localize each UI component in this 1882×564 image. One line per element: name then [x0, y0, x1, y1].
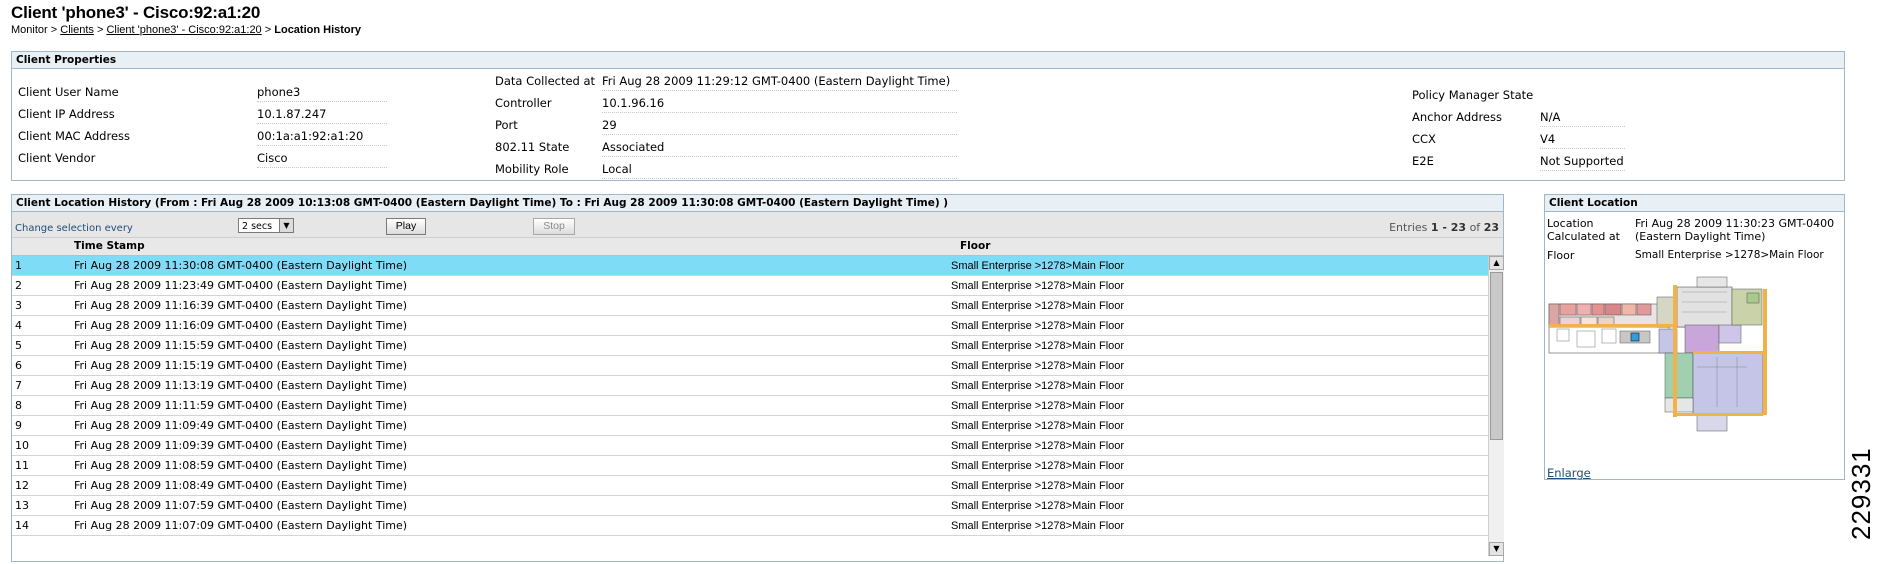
table-row[interactable]: 8 Fri Aug 28 2009 11:11:59 GMT-0400 (East…	[12, 396, 1488, 416]
prop-value: Cisco	[257, 151, 387, 168]
page-title: Client 'phone3' - Cisco:92:a1:20	[11, 3, 261, 22]
table-row[interactable]: 9 Fri Aug 28 2009 11:09:49 GMT-0400 (East…	[12, 416, 1488, 436]
prop-value: 29	[602, 118, 957, 135]
prop-label: Data Collected at	[495, 74, 596, 88]
table-row[interactable]: 13 Fri Aug 28 2009 11:07:59 GMT-0400 (Eas…	[12, 496, 1488, 516]
change-selection-label: Change selection every	[15, 223, 133, 234]
entries-count: Entries 1 - 23 of 23	[1389, 221, 1499, 234]
prop-label: E2E	[1412, 154, 1434, 168]
chevron-down-icon[interactable]: ▼	[279, 219, 293, 232]
client-location-header: Client Location	[1545, 195, 1844, 212]
prop-value: phone3	[257, 85, 387, 102]
breadcrumb-monitor: Monitor	[11, 24, 48, 36]
figure-number: 229331	[1846, 447, 1876, 540]
client-properties-header: Client Properties	[12, 52, 1844, 69]
client-properties-panel: Client Properties Client User Name phone…	[11, 51, 1845, 181]
history-table-body: 1 Fri Aug 28 2009 11:30:08 GMT-0400 (East…	[12, 256, 1488, 556]
table-row[interactable]: 7 Fri Aug 28 2009 11:13:19 GMT-0400 (East…	[12, 376, 1488, 396]
table-row[interactable]: 10 Fri Aug 28 2009 11:09:39 GMT-0400 (Eas…	[12, 436, 1488, 456]
col-timestamp-header[interactable]: Time Stamp	[74, 240, 145, 252]
table-row[interactable]: 14 Fri Aug 28 2009 11:07:09 GMT-0400 (Eas…	[12, 516, 1488, 536]
breadcrumb: Monitor > Clients > Client 'phone3' - Ci…	[11, 24, 362, 36]
history-controls: Change selection every 2 secs ▼ Play Sto…	[12, 212, 1503, 238]
prop-value: V4	[1540, 132, 1625, 149]
col-floor-header[interactable]: Floor	[960, 240, 990, 252]
prop-label: Controller	[495, 96, 552, 110]
play-button[interactable]: Play	[386, 218, 426, 235]
table-row[interactable]: 4 Fri Aug 28 2009 11:16:09 GMT-0400 (East…	[12, 316, 1488, 336]
location-calc-value: Fri Aug 28 2009 11:30:23 GMT-0400 (Easte…	[1635, 217, 1835, 243]
prop-label: Anchor Address	[1412, 110, 1502, 124]
prop-label: CCX	[1412, 132, 1436, 146]
prop-label: Client Vendor	[18, 151, 96, 165]
breadcrumb-client-link[interactable]: Client 'phone3' - Cisco:92:a1:20	[106, 24, 261, 36]
scroll-up-icon[interactable]: ▲	[1489, 256, 1504, 270]
table-row[interactable]: 12 Fri Aug 28 2009 11:08:49 GMT-0400 (Eas…	[12, 476, 1488, 496]
prop-label: 802.11 State	[495, 140, 570, 154]
location-floor-label: Floor	[1547, 249, 1575, 262]
table-row[interactable]: 1 Fri Aug 28 2009 11:30:08 GMT-0400 (East…	[12, 256, 1488, 276]
stop-button[interactable]: Stop	[533, 218, 575, 235]
table-row[interactable]: 2 Fri Aug 28 2009 11:23:49 GMT-0400 (East…	[12, 276, 1488, 296]
table-row[interactable]: 3 Fri Aug 28 2009 11:16:39 GMT-0400 (East…	[12, 296, 1488, 316]
table-row[interactable]: 6 Fri Aug 28 2009 11:15:19 GMT-0400 (East…	[12, 356, 1488, 376]
breadcrumb-current: Location History	[274, 24, 362, 36]
location-calc-label: Location Calculated at	[1547, 217, 1620, 243]
scroll-thumb[interactable]	[1490, 272, 1503, 440]
prop-value: Associated	[602, 140, 957, 157]
enlarge-link[interactable]: Enlarge	[1547, 466, 1591, 480]
prop-value: Fri Aug 28 2009 11:29:12 GMT-0400 (Easte…	[602, 74, 957, 91]
history-scrollbar[interactable]: ▲ ▼	[1488, 256, 1504, 556]
prop-value: N/A	[1540, 110, 1625, 127]
table-row[interactable]: 5 Fri Aug 28 2009 11:15:59 GMT-0400 (East…	[12, 336, 1488, 356]
interval-select[interactable]: 2 secs ▼	[238, 218, 294, 233]
prop-value: 10.1.87.247	[257, 107, 387, 124]
floor-map-thumbnail[interactable]	[1547, 267, 1805, 435]
location-history-header: Client Location History (From : Fri Aug …	[12, 195, 1503, 212]
prop-label: Client User Name	[18, 85, 119, 99]
table-row[interactable]: 11 Fri Aug 28 2009 11:08:59 GMT-0400 (Eas…	[12, 456, 1488, 476]
prop-label: Policy Manager State	[1412, 88, 1534, 102]
prop-label: Mobility Role	[495, 162, 569, 176]
prop-value: 10.1.96.16	[602, 96, 957, 113]
prop-value: 00:1a:a1:92:a1:20	[257, 129, 387, 146]
location-history-panel: Client Location History (From : Fri Aug …	[11, 194, 1504, 562]
interval-value: 2 secs	[242, 221, 273, 232]
prop-label: Port	[495, 118, 518, 132]
prop-label: Client IP Address	[18, 107, 115, 121]
scroll-down-icon[interactable]: ▼	[1489, 542, 1504, 556]
breadcrumb-clients-link[interactable]: Clients	[60, 24, 94, 36]
prop-value: Local	[602, 162, 957, 179]
prop-value: Not Supported	[1540, 154, 1625, 171]
prop-label: Client MAC Address	[18, 129, 131, 143]
client-location-panel: Client Location Location Calculated at F…	[1544, 194, 1845, 480]
location-floor-value: Small Enterprise >1278>Main Floor	[1635, 249, 1824, 261]
history-table-header: Time Stamp Floor	[12, 238, 1503, 256]
